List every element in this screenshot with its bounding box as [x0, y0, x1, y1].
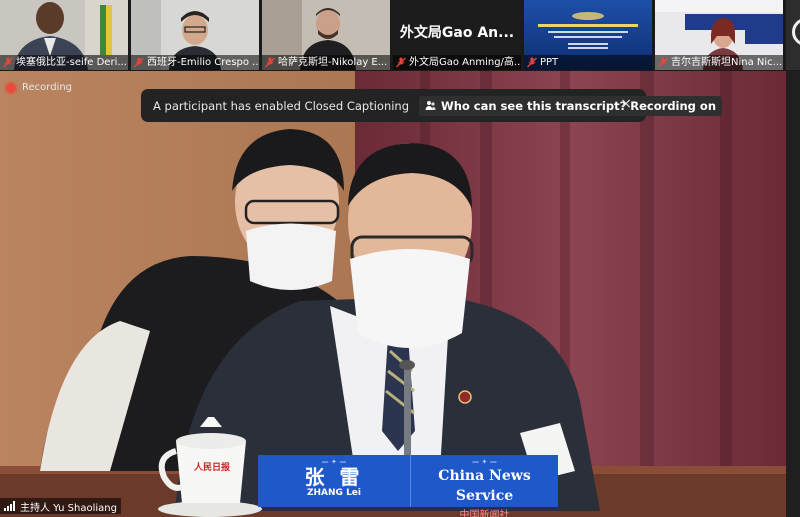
participant-avatar-icon	[792, 18, 800, 46]
mic-off-icon	[265, 57, 275, 68]
mic-off-icon	[658, 57, 668, 68]
participant-tile[interactable]: 吉尔吉斯斯坦Nina Nic...	[655, 0, 783, 70]
recording-dot-icon	[6, 82, 16, 93]
participant-tile[interactable]: 西班牙-Emilio Crespo ...	[131, 0, 259, 70]
organization-name-en: China News Service	[438, 468, 531, 504]
close-icon[interactable]: ×	[620, 96, 632, 112]
participant-tile[interactable]: PPT	[524, 0, 652, 70]
people-icon	[425, 101, 436, 110]
cc-banner-link-text: Who can see this transcript? Recording o…	[441, 98, 717, 113]
recording-indicator[interactable]: Recording	[6, 82, 72, 93]
participant-strip: 埃塞俄比亚-seife Deri... 西班牙-Emilio Crespo ..…	[0, 0, 800, 71]
main-video-view[interactable]: — ✦ — 张 雷 ZHANG Lei — ✦ — China News Ser…	[0, 71, 786, 517]
host-label: 主持人 Yu Shaoliang	[0, 498, 121, 514]
cc-banner-message: A participant has enabled Closed Caption…	[153, 98, 410, 113]
participant-display-name: 外文局Gao An...	[399, 25, 515, 41]
mic-off-icon	[527, 57, 537, 68]
cup-logo-text: 人民日报	[194, 463, 231, 473]
participant-tile-partial[interactable]	[786, 0, 800, 70]
nameplate-speaker: — ✦ — 张 雷 ZHANG Lei	[258, 455, 410, 507]
right-edge-strip	[786, 71, 800, 517]
participant-name: 埃塞俄比亚-seife Deri...	[16, 57, 127, 68]
signal-strength-icon	[4, 501, 15, 511]
mic-off-icon	[3, 57, 13, 68]
speaker-video	[0, 71, 786, 517]
organization-name-cn: 中国新闻社	[459, 510, 510, 517]
participant-tile[interactable]: 哈萨克斯坦-Nikolay E...	[262, 0, 390, 70]
speaker-name-cn: 张 雷	[304, 465, 364, 489]
participant-tile[interactable]: 外文局Gao An... 外文局Gao Anming/高...	[393, 0, 521, 70]
recording-label: Recording	[22, 82, 73, 93]
participant-name: 哈萨克斯坦-Nikolay E...	[278, 57, 388, 68]
participant-name: 吉尔吉斯斯坦Nina Nic...	[671, 57, 783, 68]
participant-name: 外文局Gao Anming/高...	[409, 57, 521, 68]
closed-captioning-banner: A participant has enabled Closed Caption…	[141, 89, 723, 122]
mic-off-icon	[134, 57, 144, 68]
participant-tile[interactable]: 埃塞俄比亚-seife Deri...	[0, 0, 128, 70]
speaker-name-en: ZHANG Lei	[307, 488, 361, 498]
host-name: 主持人 Yu Shaoliang	[20, 502, 117, 514]
mic-off-icon	[396, 57, 406, 68]
participant-name: PPT	[540, 57, 559, 68]
transcript-visibility-link[interactable]: Who can see this transcript? Recording o…	[419, 95, 723, 116]
participant-name: 西班牙-Emilio Crespo ...	[147, 57, 259, 68]
nameplate-organization: — ✦ — China News Service 中国新闻社	[410, 455, 558, 517]
